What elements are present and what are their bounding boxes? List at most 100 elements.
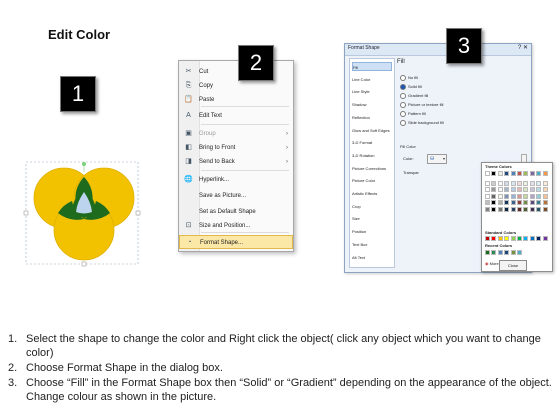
menu-item[interactable]: ◨ Send to Back › xyxy=(179,155,293,169)
menu-item[interactable]: ◔ Format Shape... xyxy=(179,235,293,249)
color-swatch[interactable] xyxy=(536,200,542,205)
fill-option-radio[interactable]: Slide background fill xyxy=(400,119,444,126)
fill-option-radio[interactable]: Picture or texture fill xyxy=(400,101,443,108)
menu-item[interactable]: 📋 Paste xyxy=(179,93,293,107)
recent-color-swatch[interactable] xyxy=(497,250,503,255)
color-swatch[interactable] xyxy=(485,187,490,192)
color-swatch[interactable] xyxy=(497,193,503,199)
color-swatch[interactable] xyxy=(529,180,535,186)
color-swatch[interactable] xyxy=(536,206,542,212)
resize-handle-bottom[interactable] xyxy=(81,261,87,267)
standard-color-swatch[interactable] xyxy=(504,236,510,241)
color-swatch[interactable] xyxy=(510,206,516,212)
color-swatch[interactable] xyxy=(491,200,497,205)
recent-color-swatch[interactable] xyxy=(485,250,490,255)
color-swatch[interactable] xyxy=(536,180,542,186)
color-swatch[interactable] xyxy=(529,200,535,205)
nav-item[interactable]: Crop xyxy=(352,202,392,211)
menu-item[interactable]: ⊡ Size and Position... xyxy=(179,219,293,233)
color-swatch[interactable] xyxy=(491,180,497,186)
nav-item[interactable]: Picture Corrections xyxy=(352,164,392,173)
standard-color-swatch[interactable] xyxy=(510,236,516,241)
menu-item[interactable]: A Edit Text xyxy=(179,109,293,123)
fill-option-radio[interactable]: No fill xyxy=(400,74,418,81)
color-swatch[interactable] xyxy=(517,180,522,186)
color-swatch[interactable] xyxy=(529,193,535,199)
color-swatch[interactable] xyxy=(485,193,490,199)
standard-color-swatch[interactable] xyxy=(542,236,548,241)
standard-color-swatch[interactable] xyxy=(523,236,529,241)
color-swatch[interactable] xyxy=(523,200,529,205)
standard-color-swatch[interactable] xyxy=(529,236,535,241)
color-swatch[interactable] xyxy=(523,206,529,212)
color-swatch[interactable] xyxy=(529,171,535,176)
fill-option-radio[interactable]: Pattern fill xyxy=(400,110,426,117)
recent-color-swatch[interactable] xyxy=(504,250,510,255)
color-swatch[interactable] xyxy=(491,171,497,176)
color-swatch[interactable] xyxy=(497,187,503,192)
color-dropdown-button[interactable]: ⛁ ▾ xyxy=(427,154,447,164)
rotate-handle[interactable] xyxy=(82,162,86,166)
color-swatch[interactable] xyxy=(485,171,490,176)
nav-item[interactable]: Picture Color xyxy=(352,176,392,185)
color-swatch[interactable] xyxy=(497,171,503,176)
nav-item[interactable]: Size xyxy=(352,214,392,223)
standard-color-swatch[interactable] xyxy=(485,236,490,241)
menu-item[interactable]: ⎘ Copy xyxy=(179,79,293,93)
nav-item[interactable]: Position xyxy=(352,227,392,236)
nav-item[interactable]: Shadow xyxy=(352,100,392,109)
color-swatch[interactable] xyxy=(517,206,522,212)
color-swatch[interactable] xyxy=(523,193,529,199)
color-swatch[interactable] xyxy=(542,193,548,199)
color-swatch[interactable] xyxy=(491,206,497,212)
color-swatch[interactable] xyxy=(510,180,516,186)
standard-color-swatch[interactable] xyxy=(497,236,503,241)
dialog-close-icon[interactable]: ? ✕ xyxy=(518,44,528,51)
fill-option-radio[interactable]: Gradient fill xyxy=(400,92,428,99)
close-button[interactable]: Close xyxy=(499,260,527,271)
color-swatch[interactable] xyxy=(491,187,497,192)
nav-item[interactable]: Alt Text xyxy=(352,253,392,262)
nav-item[interactable]: Reflection xyxy=(352,113,392,122)
color-swatch[interactable] xyxy=(517,193,522,199)
color-swatch[interactable] xyxy=(510,193,516,199)
nav-item[interactable]: Line Style xyxy=(352,87,392,96)
color-swatch[interactable] xyxy=(504,200,510,205)
color-swatch[interactable] xyxy=(542,200,548,205)
nav-item[interactable]: 3-D Rotation xyxy=(352,151,392,160)
color-swatch[interactable] xyxy=(485,206,490,212)
color-swatch[interactable] xyxy=(510,171,516,176)
nav-item[interactable]: Fill xyxy=(352,62,392,71)
color-swatch[interactable] xyxy=(504,187,510,192)
recent-color-swatch[interactable] xyxy=(510,250,516,255)
color-swatch[interactable] xyxy=(517,187,522,192)
menu-item[interactable]: 🌐 Hyperlink... xyxy=(179,173,293,187)
color-swatch[interactable] xyxy=(536,171,542,176)
menu-item[interactable]: Save as Picture... xyxy=(179,189,293,203)
color-swatch[interactable] xyxy=(542,171,548,176)
color-swatch[interactable] xyxy=(504,180,510,186)
color-swatch[interactable] xyxy=(485,180,490,186)
color-swatch[interactable] xyxy=(491,193,497,199)
color-swatch[interactable] xyxy=(485,200,490,205)
menu-item[interactable]: ◧ Bring to Front › xyxy=(179,141,293,155)
venn-shape[interactable] xyxy=(22,158,148,268)
nav-item[interactable]: Text Box xyxy=(352,240,392,249)
color-swatch[interactable] xyxy=(542,206,548,212)
resize-handle-right[interactable] xyxy=(135,210,141,216)
color-swatch[interactable] xyxy=(542,180,548,186)
color-swatch[interactable] xyxy=(504,206,510,212)
color-swatch[interactable] xyxy=(542,187,548,192)
resize-handle-left[interactable] xyxy=(23,210,29,216)
color-swatch[interactable] xyxy=(536,187,542,192)
fill-option-radio[interactable]: Solid fill xyxy=(400,83,422,90)
nav-item[interactable]: 3-D Format xyxy=(352,138,392,147)
color-swatch[interactable] xyxy=(529,187,535,192)
color-swatch[interactable] xyxy=(510,200,516,205)
color-swatch[interactable] xyxy=(536,193,542,199)
color-swatch[interactable] xyxy=(517,200,522,205)
recent-color-swatch[interactable] xyxy=(517,250,522,255)
standard-color-swatch[interactable] xyxy=(536,236,542,241)
color-swatch[interactable] xyxy=(523,180,529,186)
color-swatch[interactable] xyxy=(523,187,529,192)
